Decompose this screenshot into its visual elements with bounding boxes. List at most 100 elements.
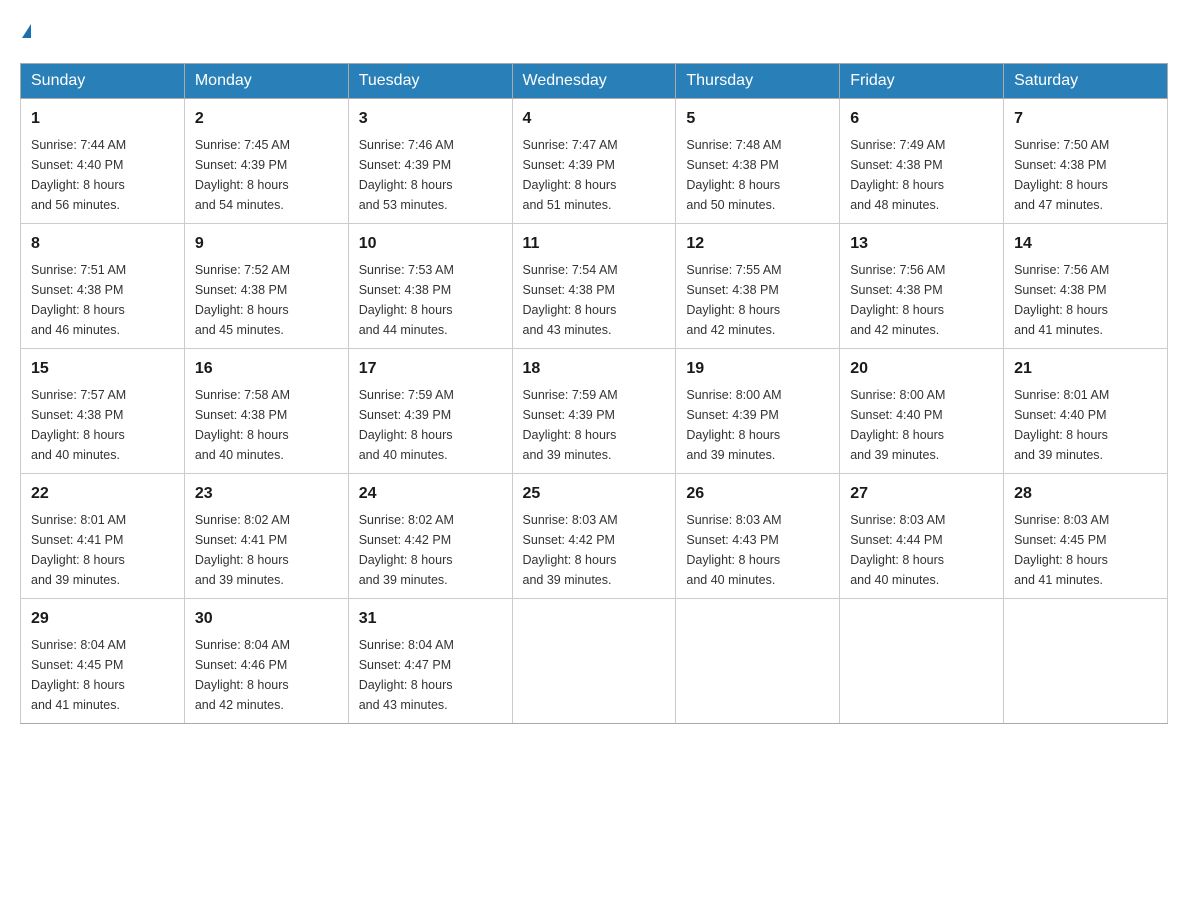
day-info: Sunrise: 8:03 AMSunset: 4:45 PMDaylight:… [1014,510,1157,590]
logo [20,20,31,43]
calendar-cell: 16 Sunrise: 7:58 AMSunset: 4:38 PMDayligh… [184,349,348,474]
day-info: Sunrise: 7:48 AMSunset: 4:38 PMDaylight:… [686,135,829,215]
calendar-week-3: 15 Sunrise: 7:57 AMSunset: 4:38 PMDayligh… [21,349,1168,474]
calendar-cell: 9 Sunrise: 7:52 AMSunset: 4:38 PMDaylight… [184,224,348,349]
day-number: 1 [31,107,174,131]
day-number: 14 [1014,232,1157,256]
day-info: Sunrise: 7:45 AMSunset: 4:39 PMDaylight:… [195,135,338,215]
calendar-week-4: 22 Sunrise: 8:01 AMSunset: 4:41 PMDayligh… [21,474,1168,599]
day-info: Sunrise: 8:04 AMSunset: 4:46 PMDaylight:… [195,635,338,715]
day-info: Sunrise: 8:02 AMSunset: 4:42 PMDaylight:… [359,510,502,590]
day-number: 23 [195,482,338,506]
day-number: 7 [1014,107,1157,131]
calendar-header-row: SundayMondayTuesdayWednesdayThursdayFrid… [21,64,1168,99]
day-number: 31 [359,607,502,631]
day-info: Sunrise: 7:49 AMSunset: 4:38 PMDaylight:… [850,135,993,215]
day-number: 27 [850,482,993,506]
day-info: Sunrise: 7:47 AMSunset: 4:39 PMDaylight:… [523,135,666,215]
calendar-cell: 30 Sunrise: 8:04 AMSunset: 4:46 PMDayligh… [184,599,348,724]
day-info: Sunrise: 8:03 AMSunset: 4:43 PMDaylight:… [686,510,829,590]
day-info: Sunrise: 7:46 AMSunset: 4:39 PMDaylight:… [359,135,502,215]
day-info: Sunrise: 7:51 AMSunset: 4:38 PMDaylight:… [31,260,174,340]
day-number: 13 [850,232,993,256]
day-info: Sunrise: 7:54 AMSunset: 4:38 PMDaylight:… [523,260,666,340]
day-info: Sunrise: 8:03 AMSunset: 4:42 PMDaylight:… [523,510,666,590]
day-info: Sunrise: 8:01 AMSunset: 4:40 PMDaylight:… [1014,385,1157,465]
column-header-sunday: Sunday [21,64,185,99]
calendar-cell: 18Sunrise: 7:59 AMSunset: 4:39 PMDayligh… [512,349,676,474]
day-info: Sunrise: 7:58 AMSunset: 4:38 PMDaylight:… [195,385,338,465]
calendar-cell: 23 Sunrise: 8:02 AMSunset: 4:41 PMDayligh… [184,474,348,599]
day-number: 21 [1014,357,1157,381]
day-number: 25 [523,482,666,506]
calendar-cell [1004,599,1168,724]
day-number: 11 [523,232,666,256]
column-header-monday: Monday [184,64,348,99]
day-number: 5 [686,107,829,131]
calendar-week-2: 8Sunrise: 7:51 AMSunset: 4:38 PMDaylight… [21,224,1168,349]
calendar-cell: 3 Sunrise: 7:46 AMSunset: 4:39 PMDaylight… [348,99,512,224]
calendar-cell: 22 Sunrise: 8:01 AMSunset: 4:41 PMDayligh… [21,474,185,599]
calendar-cell [840,599,1004,724]
calendar-cell: 2 Sunrise: 7:45 AMSunset: 4:39 PMDaylight… [184,99,348,224]
calendar-cell: 12 Sunrise: 7:55 AMSunset: 4:38 PMDayligh… [676,224,840,349]
day-info: Sunrise: 8:00 AMSunset: 4:40 PMDaylight:… [850,385,993,465]
day-number: 30 [195,607,338,631]
day-info: Sunrise: 8:04 AMSunset: 4:47 PMDaylight:… [359,635,502,715]
day-number: 29 [31,607,174,631]
logo-top-line [20,20,31,43]
day-info: Sunrise: 7:55 AMSunset: 4:38 PMDaylight:… [686,260,829,340]
calendar-week-1: 1Sunrise: 7:44 AMSunset: 4:40 PMDaylight… [21,99,1168,224]
day-number: 19 [686,357,829,381]
day-number: 17 [359,357,502,381]
day-number: 20 [850,357,993,381]
day-info: Sunrise: 8:01 AMSunset: 4:41 PMDaylight:… [31,510,174,590]
calendar-cell: 11 Sunrise: 7:54 AMSunset: 4:38 PMDayligh… [512,224,676,349]
day-info: Sunrise: 7:50 AMSunset: 4:38 PMDaylight:… [1014,135,1157,215]
calendar-cell: 4 Sunrise: 7:47 AMSunset: 4:39 PMDaylight… [512,99,676,224]
calendar-week-5: 29 Sunrise: 8:04 AMSunset: 4:45 PMDayligh… [21,599,1168,724]
calendar-cell: 26 Sunrise: 8:03 AMSunset: 4:43 PMDayligh… [676,474,840,599]
calendar-table: SundayMondayTuesdayWednesdayThursdayFrid… [20,63,1168,724]
day-info: Sunrise: 8:03 AMSunset: 4:44 PMDaylight:… [850,510,993,590]
calendar-cell: 19 Sunrise: 8:00 AMSunset: 4:39 PMDayligh… [676,349,840,474]
day-number: 4 [523,107,666,131]
day-info: Sunrise: 7:52 AMSunset: 4:38 PMDaylight:… [195,260,338,340]
day-info: Sunrise: 7:57 AMSunset: 4:38 PMDaylight:… [31,385,174,465]
calendar-cell [512,599,676,724]
calendar-cell: 8Sunrise: 7:51 AMSunset: 4:38 PMDaylight… [21,224,185,349]
day-number: 10 [359,232,502,256]
calendar-cell: 15 Sunrise: 7:57 AMSunset: 4:38 PMDayligh… [21,349,185,474]
day-number: 26 [686,482,829,506]
calendar-cell: 24Sunrise: 8:02 AMSunset: 4:42 PMDayligh… [348,474,512,599]
day-info: Sunrise: 8:00 AMSunset: 4:39 PMDaylight:… [686,385,829,465]
column-header-friday: Friday [840,64,1004,99]
day-info: Sunrise: 7:59 AMSunset: 4:39 PMDaylight:… [359,385,502,465]
calendar-cell: 13Sunrise: 7:56 AMSunset: 4:38 PMDayligh… [840,224,1004,349]
page-header [20,20,1168,43]
day-number: 16 [195,357,338,381]
day-number: 9 [195,232,338,256]
calendar-cell: 27 Sunrise: 8:03 AMSunset: 4:44 PMDayligh… [840,474,1004,599]
day-number: 28 [1014,482,1157,506]
day-number: 12 [686,232,829,256]
calendar-cell: 25 Sunrise: 8:03 AMSunset: 4:42 PMDayligh… [512,474,676,599]
day-info: Sunrise: 8:02 AMSunset: 4:41 PMDaylight:… [195,510,338,590]
day-number: 6 [850,107,993,131]
calendar-cell: 17 Sunrise: 7:59 AMSunset: 4:39 PMDayligh… [348,349,512,474]
calendar-cell: 10 Sunrise: 7:53 AMSunset: 4:38 PMDayligh… [348,224,512,349]
day-number: 18 [523,357,666,381]
day-number: 15 [31,357,174,381]
day-info: Sunrise: 7:53 AMSunset: 4:38 PMDaylight:… [359,260,502,340]
day-info: Sunrise: 8:04 AMSunset: 4:45 PMDaylight:… [31,635,174,715]
day-number: 22 [31,482,174,506]
calendar-cell: 5 Sunrise: 7:48 AMSunset: 4:38 PMDaylight… [676,99,840,224]
calendar-cell: 31 Sunrise: 8:04 AMSunset: 4:47 PMDayligh… [348,599,512,724]
calendar-cell: 6 Sunrise: 7:49 AMSunset: 4:38 PMDaylight… [840,99,1004,224]
day-number: 2 [195,107,338,131]
calendar-cell: 21 Sunrise: 8:01 AMSunset: 4:40 PMDayligh… [1004,349,1168,474]
column-header-wednesday: Wednesday [512,64,676,99]
day-number: 3 [359,107,502,131]
calendar-cell: 7 Sunrise: 7:50 AMSunset: 4:38 PMDaylight… [1004,99,1168,224]
calendar-cell: 29 Sunrise: 8:04 AMSunset: 4:45 PMDayligh… [21,599,185,724]
